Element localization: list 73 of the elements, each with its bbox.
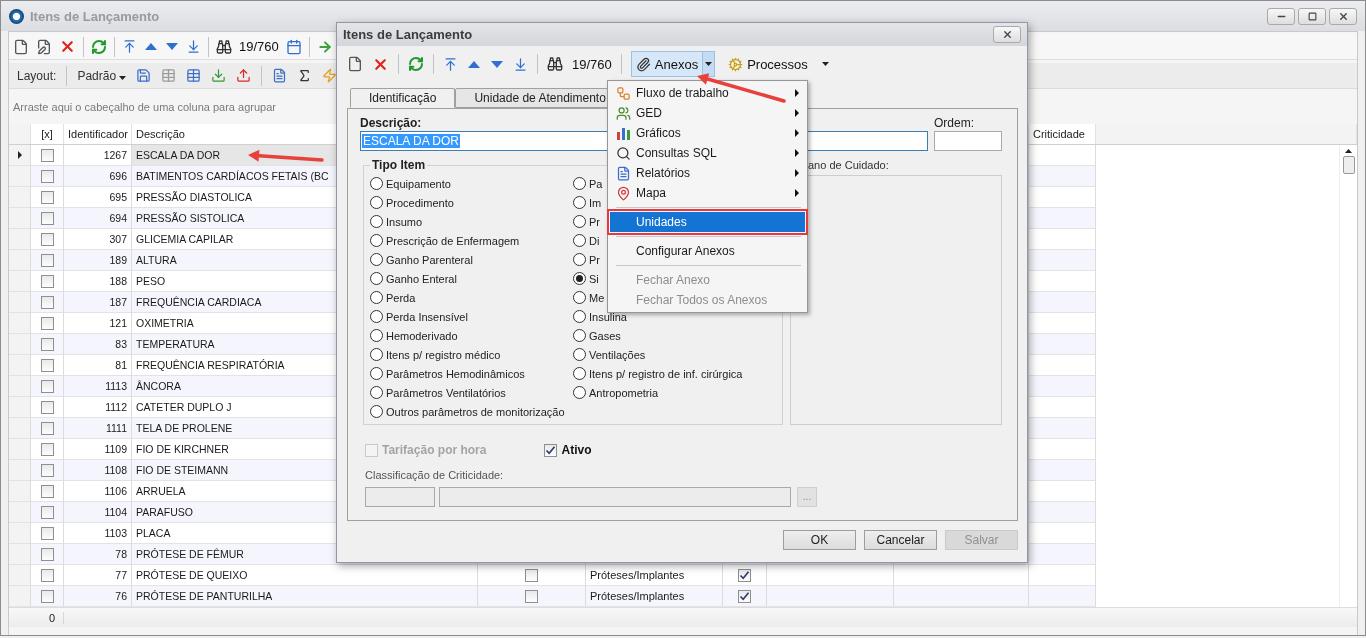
column-header[interactable]: [x] xyxy=(41,128,53,140)
radio-label[interactable]: Itens p/ registro de inf. cirúrgica xyxy=(589,367,743,380)
dialog-button[interactable]: Cancelar xyxy=(864,530,937,550)
radio-label[interactable]: Equipamento xyxy=(386,177,451,190)
radio-label[interactable]: Ganho Enteral xyxy=(386,272,457,285)
table-cell: Próteses/Implantes xyxy=(586,586,723,607)
radio-label[interactable]: Di xyxy=(589,234,600,247)
column-header[interactable]: Descrição xyxy=(136,128,185,140)
radio-label[interactable]: Antropometria xyxy=(589,386,659,399)
table-cell: PRÓTESE DE PANTURILHA xyxy=(132,586,478,607)
table-cell: Próteses/Implantes xyxy=(586,565,723,586)
table-cell: 76 xyxy=(64,586,132,607)
table-cell: 187 xyxy=(64,292,132,313)
table-cell: 1113 xyxy=(64,376,132,397)
radio-label[interactable]: Insulina xyxy=(589,310,627,323)
column-header[interactable]: Criticidade xyxy=(1033,128,1085,140)
field-label: Descrição: xyxy=(360,116,423,130)
menu-item[interactable]: Relatórios xyxy=(610,163,805,183)
record-counter: 19/760 xyxy=(239,39,279,54)
radio-label[interactable]: Pa xyxy=(589,177,603,190)
processes-button[interactable]: Processos xyxy=(724,49,833,79)
dialog-button[interactable]: OK xyxy=(783,530,856,550)
radio-label[interactable]: Pr xyxy=(589,253,600,266)
field-label: ano de Cuidado: xyxy=(808,159,889,173)
table-cell: 77 xyxy=(64,565,132,586)
table-cell: 696 xyxy=(64,166,132,187)
radio-label[interactable]: Insumo xyxy=(386,215,423,228)
table-cell: 1103 xyxy=(64,523,132,544)
table-cell: 1104 xyxy=(64,502,132,523)
table-cell: 1267 xyxy=(64,145,132,166)
menu-item[interactable]: Gráficos xyxy=(610,123,805,143)
radio-label[interactable]: Gases xyxy=(589,329,621,342)
radio-label[interactable]: Procedimento xyxy=(386,196,454,209)
table-cell: 1112 xyxy=(64,397,132,418)
menu-item[interactable]: Consultas SQL xyxy=(610,143,805,163)
tab[interactable]: Identificação xyxy=(350,88,456,108)
dialog-title: Itens de Lançamento xyxy=(343,27,473,42)
checkbox-label[interactable]: Ativo xyxy=(561,443,592,457)
radio-label[interactable]: Si xyxy=(589,272,599,285)
table-cell: PRÓTESE DE QUEIXO xyxy=(132,565,478,586)
table-cell: 695 xyxy=(64,187,132,208)
table-cell: 1111 xyxy=(64,418,132,439)
radio-label[interactable]: Pr xyxy=(589,215,600,228)
table-cell: 83 xyxy=(64,334,132,355)
menu-item[interactable]: Mapa xyxy=(610,183,805,203)
attachments-split-button[interactable]: Anexos xyxy=(630,51,716,77)
table-cell: 307 xyxy=(64,229,132,250)
table-cell: 81 xyxy=(64,355,132,376)
column-header[interactable]: Identificador xyxy=(68,128,128,140)
field-label: Ordem: xyxy=(934,116,975,130)
menu-item[interactable]: Unidades xyxy=(610,212,805,232)
menu-item[interactable]: Configurar Anexos xyxy=(610,241,805,261)
table-cell: 1108 xyxy=(64,460,132,481)
table-cell: 189 xyxy=(64,250,132,271)
layout-label: Layout: xyxy=(17,68,57,83)
radio-label[interactable]: Perda Insensível xyxy=(386,310,468,323)
radio-label[interactable]: Me xyxy=(589,291,605,304)
radio-label[interactable]: Ventilações xyxy=(589,348,646,361)
window-title: Itens de Lançamento xyxy=(30,8,160,24)
radio-label[interactable]: Perda xyxy=(386,291,416,304)
record-counter: 19/760 xyxy=(572,56,612,72)
radio-label[interactable]: Ganho Parenteral xyxy=(386,253,473,266)
table-cell: 188 xyxy=(64,271,132,292)
attachments-button[interactable]: Anexos xyxy=(631,52,703,76)
table-cell: 78 xyxy=(64,544,132,565)
table-cell: 1106 xyxy=(64,481,132,502)
table-cell: 694 xyxy=(64,208,132,229)
radio-label[interactable]: Im xyxy=(589,196,602,209)
table-cell: 121 xyxy=(64,313,132,334)
group-hint: Arraste aqui o cabeçalho de uma coluna para agrupar xyxy=(13,100,276,113)
footer-count: 0 xyxy=(9,611,64,624)
table-cell: 1109 xyxy=(64,439,132,460)
layout-dropdown[interactable]: Padrão xyxy=(77,68,127,83)
